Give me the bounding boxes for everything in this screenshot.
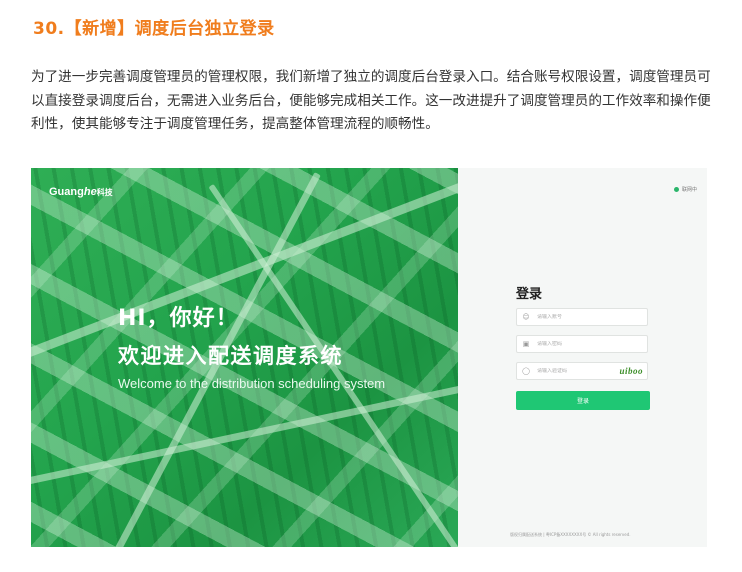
shield-icon: ◯	[522, 367, 530, 375]
login-title: 登录	[516, 287, 543, 302]
hero-subtitle: Welcome to the distribution scheduling s…	[118, 376, 386, 391]
account-field[interactable]: ☺	[516, 308, 648, 326]
login-panel: 联网中 登录 ☺ ▣ ◯ uiboo 登录 版权归属配送系统 | 粤ICP备XX…	[458, 168, 707, 547]
captcha-input[interactable]	[533, 368, 617, 374]
account-input[interactable]	[533, 314, 617, 320]
password-input[interactable]	[533, 341, 617, 347]
status-dot-icon	[673, 187, 679, 192]
login-button[interactable]: 登录	[516, 391, 650, 410]
brand-logo: Guanghe科技	[49, 186, 113, 198]
road-decoration	[31, 374, 517, 489]
hero-headline: 欢迎进入配送调度系统	[118, 344, 343, 368]
hero-greeting: HI，你好！	[118, 306, 239, 331]
network-status: 联网中	[673, 186, 697, 193]
hero-banner: Guanghe科技 HI，你好！ 欢迎进入配送调度系统 Welcome to t…	[31, 168, 517, 547]
footer-copyright: 版权归属配送系统 | 粤ICP备XXXXXXXX号 © All rights r…	[510, 532, 631, 537]
lock-icon: ▣	[522, 340, 530, 348]
user-icon: ☺	[522, 313, 530, 321]
password-field[interactable]: ▣	[516, 335, 648, 353]
section-title: 30.【新增】调度后台独立登录	[33, 19, 275, 39]
captcha-field[interactable]: ◯ uiboo	[516, 362, 648, 380]
intro-paragraph: 为了进一步完善调度管理员的管理权限，我们新增了独立的调度后台登录入口。结合账号权…	[31, 69, 711, 132]
login-page-screenshot: Guanghe科技 HI，你好！ 欢迎进入配送调度系统 Welcome to t…	[31, 168, 707, 547]
captcha-image[interactable]: uiboo	[619, 366, 643, 376]
